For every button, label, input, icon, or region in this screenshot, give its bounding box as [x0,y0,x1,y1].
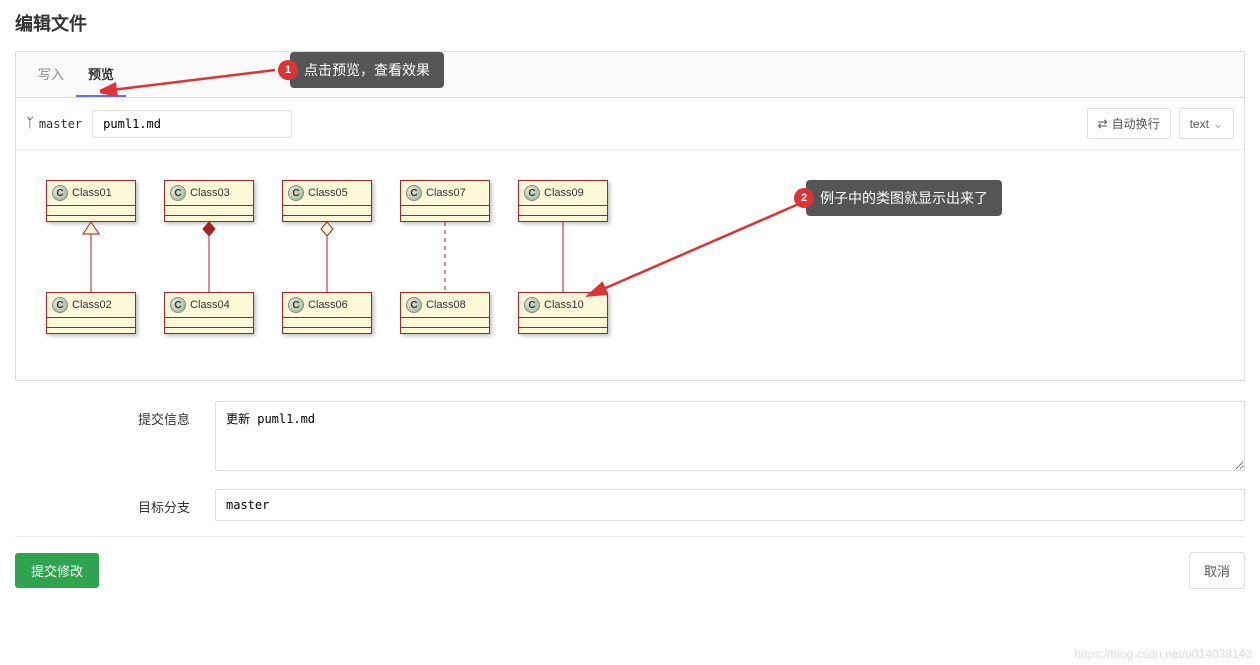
class-pair: CClass03 CClass04 [164,180,254,334]
class-box: CClass08 [400,292,490,334]
uml-connector-association [518,222,608,292]
branch-name: master [39,117,82,131]
callout-badge-2: 2 [794,188,814,208]
watermark: https://blog.csdn.net/u014038143 [1075,647,1252,661]
commit-message-input[interactable] [215,401,1245,471]
class-icon: C [52,185,68,201]
submit-button[interactable]: 提交修改 [15,553,99,588]
class-box: CClass01 [46,180,136,222]
class-box: CClass07 [400,180,490,222]
class-box: CClass02 [46,292,136,334]
mode-select[interactable]: text ⌄ [1179,108,1234,139]
class-icon: C [406,185,422,201]
uml-connector-inherit [46,222,136,292]
callout-1: 1 点击预览，查看效果 [290,52,444,88]
git-branch-icon: ᛉ [26,116,34,131]
class-icon: C [288,297,304,313]
commit-message-label: 提交信息 [15,401,215,474]
class-icon: C [524,297,540,313]
callout-badge-1: 1 [278,60,298,80]
class-pair: CClass05 CClass06 [282,180,372,334]
class-icon: C [170,185,186,201]
tab-preview[interactable]: 预览 [76,52,126,97]
uml-connector-aggregation [282,222,372,292]
filename-input[interactable] [92,110,292,138]
class-box: CClass04 [164,292,254,334]
wrap-button[interactable]: ⇄ 自动换行 [1087,108,1171,139]
class-icon: C [524,185,540,201]
preview-area: CClass01 CClass02 CClass03 CClass04 CCla… [16,150,1244,380]
uml-diagram: CClass01 CClass02 CClass03 CClass04 CCla… [46,180,1214,334]
cancel-button[interactable]: 取消 [1189,552,1245,589]
class-pair: CClass01 CClass02 [46,180,136,334]
uml-connector-composition [164,222,254,292]
editor-toolbar: ᛉ master ⇄ 自动换行 text ⌄ [16,98,1244,150]
tab-write[interactable]: 写入 [26,52,76,97]
class-icon: C [406,297,422,313]
target-branch-input[interactable] [215,489,1245,521]
uml-connector-dependency [400,222,490,292]
class-box: CClass03 [164,180,254,222]
class-box: CClass09 [518,180,608,222]
class-icon: C [288,185,304,201]
branch-indicator[interactable]: ᛉ master [26,116,82,131]
footer-actions: 提交修改 取消 [15,536,1245,589]
wrap-icon: ⇄ [1098,117,1108,131]
class-pair: CClass09 CClass10 [518,180,608,334]
page-title: 编辑文件 [15,10,1245,36]
class-icon: C [170,297,186,313]
callout-2: 2 例子中的类图就显示出来了 [806,180,1002,216]
class-box: CClass06 [282,292,372,334]
class-box: CClass10 [518,292,608,334]
class-icon: C [52,297,68,313]
commit-form: 提交信息 目标分支 [15,401,1245,521]
tab-bar: 写入 预览 [16,52,1244,98]
editor-container: 写入 预览 ᛉ master ⇄ 自动换行 text ⌄ CClass01 CC… [15,51,1245,381]
target-branch-label: 目标分支 [15,489,215,521]
class-box: CClass05 [282,180,372,222]
class-pair: CClass07 CClass08 [400,180,490,334]
chevron-down-icon: ⌄ [1213,117,1223,131]
